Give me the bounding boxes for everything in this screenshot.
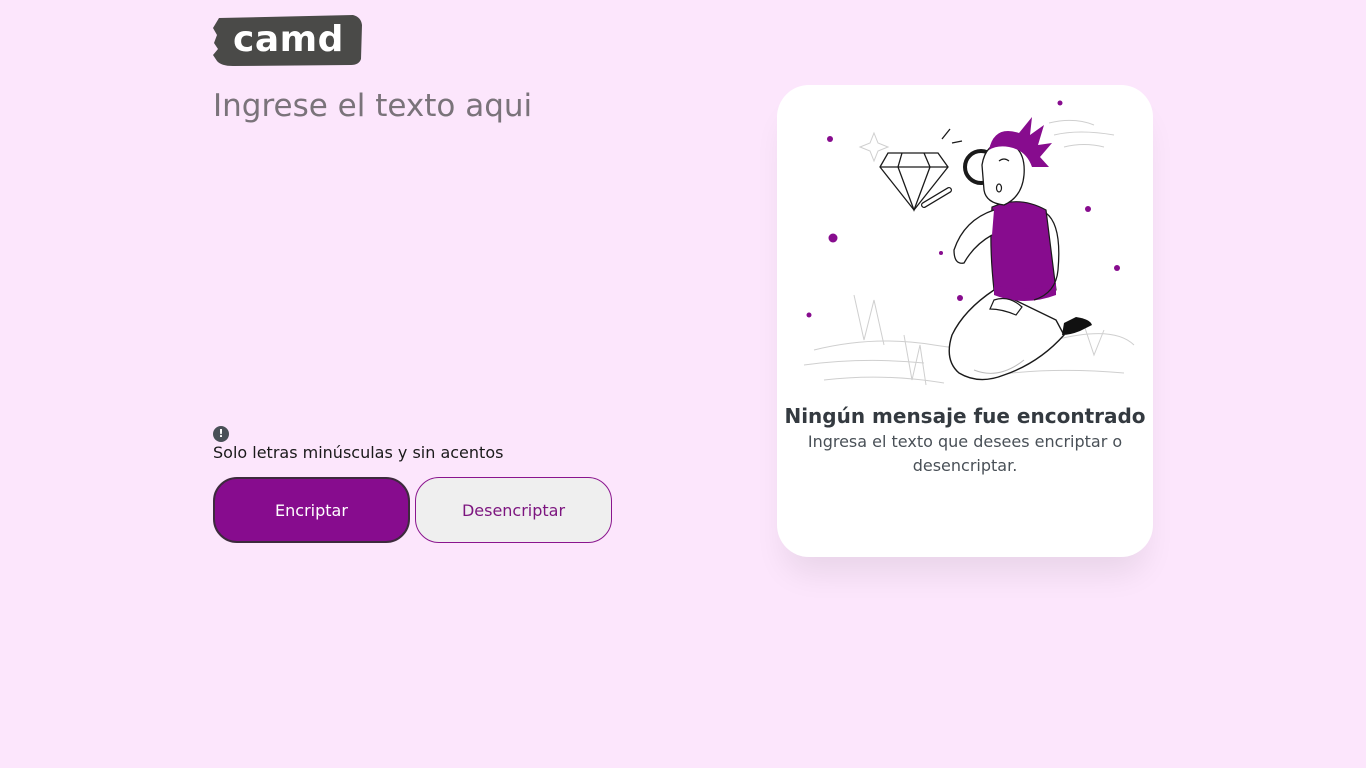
encrypt-button[interactable]: Encriptar	[213, 477, 410, 543]
result-subtitle: Ingresa el texto que desees encriptar o …	[807, 432, 1123, 475]
exclamation-icon: !	[213, 426, 229, 442]
result-card: Ningún mensaje fue encontrado Ingresa el…	[777, 85, 1153, 557]
logo: camd	[213, 15, 363, 67]
logo-text: camd	[233, 19, 344, 60]
person-with-magnifier-illustration	[803, 100, 1135, 386]
result-title: Ningún mensaje fue encontrado	[784, 404, 1146, 428]
decrypt-button[interactable]: Desencriptar	[415, 477, 612, 543]
text-input[interactable]	[213, 88, 743, 408]
hint-text: Solo letras minúsculas y sin acentos	[213, 443, 504, 462]
